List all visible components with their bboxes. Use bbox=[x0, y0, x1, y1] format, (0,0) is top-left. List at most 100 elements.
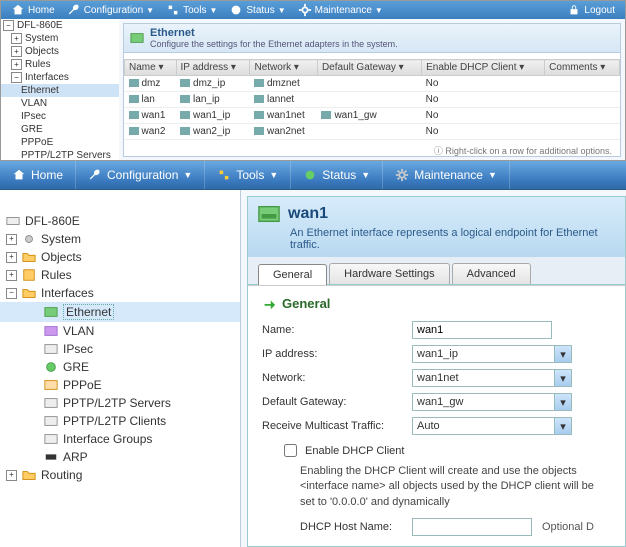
tools-icon bbox=[217, 168, 231, 182]
gw-label: Default Gateway: bbox=[262, 396, 412, 408]
table-row[interactable]: wan1wan1_ipwan1netwan1_gwNo bbox=[125, 108, 620, 124]
tab-advanced[interactable]: Advanced bbox=[452, 263, 531, 284]
gre-icon bbox=[44, 360, 58, 374]
table-row[interactable]: lanlan_iplannetNo bbox=[125, 92, 620, 108]
name-field[interactable] bbox=[412, 321, 552, 339]
gw-select[interactable]: wan1_gw▾ bbox=[412, 393, 572, 411]
ip-select[interactable]: wan1_ip▾ bbox=[412, 345, 572, 363]
dhcphost-label: DHCP Host Name: bbox=[300, 521, 412, 533]
table-row[interactable]: wan2wan2_ipwan2netNo bbox=[125, 124, 620, 140]
dhcp-label: Enable DHCP Client bbox=[305, 445, 404, 457]
tree-routing[interactable]: +Routing bbox=[0, 466, 240, 484]
menu-status[interactable]: Status▼ bbox=[291, 161, 383, 189]
tree-ipsec[interactable]: IPsec bbox=[1, 110, 119, 123]
menu-maint[interactable]: Maintenance▼ bbox=[383, 161, 510, 189]
chevron-down-icon: ▾ bbox=[554, 418, 571, 434]
tree-interfaces[interactable]: −Interfaces bbox=[1, 71, 119, 84]
menu-logout[interactable]: Logout bbox=[561, 3, 621, 17]
menu-maint[interactable]: Maintenance▼ bbox=[292, 3, 389, 17]
nic-icon bbox=[130, 31, 144, 45]
name-label: Name: bbox=[262, 324, 412, 336]
tree-system[interactable]: +System bbox=[1, 32, 119, 45]
tree-device[interactable]: −DFL-860E bbox=[1, 19, 119, 32]
mc-label: Receive Multicast Traffic: bbox=[262, 420, 412, 432]
tree-pppoe[interactable]: PPPoE bbox=[1, 136, 119, 149]
home-icon bbox=[12, 168, 26, 182]
tree-objects[interactable]: +Objects bbox=[1, 45, 119, 58]
home-icon bbox=[11, 3, 25, 17]
menu-home[interactable]: Home bbox=[5, 3, 61, 17]
panel-subtitle: Configure the settings for the Ethernet … bbox=[150, 39, 398, 49]
ip-label: IP address: bbox=[262, 348, 412, 360]
tree-vlan[interactable]: VLAN bbox=[0, 322, 240, 340]
net-label: Network: bbox=[262, 372, 412, 384]
tree-interfaces[interactable]: −Interfaces bbox=[0, 284, 240, 302]
col-ip[interactable]: IP address ▾ bbox=[176, 60, 250, 76]
tools-icon bbox=[166, 3, 180, 17]
dhcphost-field[interactable] bbox=[412, 518, 532, 536]
vlan-icon bbox=[44, 324, 58, 338]
tree-arp[interactable]: ARP bbox=[0, 448, 240, 466]
menu-config[interactable]: Configuration▼ bbox=[76, 161, 205, 189]
tab-bar: General Hardware Settings Advanced bbox=[247, 257, 626, 285]
nic-icon bbox=[258, 203, 280, 225]
tree-pptpcli[interactable]: PPTP/L2TP Clients bbox=[0, 412, 240, 430]
lock-icon bbox=[567, 3, 581, 17]
server-icon bbox=[44, 396, 58, 410]
menu-tools[interactable]: Tools▼ bbox=[205, 161, 291, 189]
tree-rules[interactable]: +Rules bbox=[1, 58, 119, 71]
section-header: General bbox=[262, 296, 611, 311]
tree-ifgrp[interactable]: Interface Groups bbox=[0, 430, 240, 448]
tree-device[interactable]: DFL-860E bbox=[0, 212, 240, 230]
gear-icon bbox=[395, 168, 409, 182]
optional-hint: Optional D bbox=[542, 521, 594, 533]
table-row[interactable]: dmzdmz_ipdmznetNo bbox=[125, 76, 620, 92]
chevron-down-icon: ▾ bbox=[554, 394, 571, 410]
tree-rules[interactable]: +Rules bbox=[0, 266, 240, 284]
dhcp-description: Enabling the DHCP Client will create and… bbox=[300, 464, 611, 510]
col-comm[interactable]: Comments ▾ bbox=[545, 60, 620, 76]
menu-status[interactable]: Status▼ bbox=[223, 3, 291, 17]
tree-pptpsrv[interactable]: PPTP/L2TP Servers bbox=[1, 149, 119, 161]
folder-icon bbox=[22, 468, 36, 482]
gear-icon bbox=[298, 3, 312, 17]
tab-general[interactable]: General bbox=[258, 264, 327, 285]
col-gw[interactable]: Default Gateway ▾ bbox=[317, 60, 421, 76]
col-name[interactable]: Name ▾ bbox=[125, 60, 177, 76]
tree-vlan[interactable]: VLAN bbox=[1, 97, 119, 110]
pppoe-icon bbox=[44, 378, 58, 392]
dhcp-checkbox[interactable] bbox=[284, 444, 297, 457]
tab-hardware[interactable]: Hardware Settings bbox=[329, 263, 450, 284]
tree-gre[interactable]: GRE bbox=[0, 358, 240, 376]
top-nav-tree: −DFL-860E +System +Objects +Rules −Inter… bbox=[1, 19, 120, 161]
ethernet-table: Name ▾ IP address ▾ Network ▾ Default Ga… bbox=[124, 59, 620, 140]
arp-icon bbox=[44, 450, 58, 464]
col-dhcp[interactable]: Enable DHCP Client ▾ bbox=[422, 60, 545, 76]
bot-nav-tree: DFL-860E +System +Objects +Rules −Interf… bbox=[0, 190, 241, 547]
device-icon bbox=[6, 214, 20, 228]
status-icon bbox=[303, 168, 317, 182]
chevron-down-icon: ▾ bbox=[554, 346, 571, 362]
wrench-icon bbox=[67, 3, 81, 17]
panel-title: wan1 bbox=[288, 205, 328, 223]
tree-ethernet[interactable]: Ethernet bbox=[1, 84, 119, 97]
chevron-down-icon: ▾ bbox=[554, 370, 571, 386]
nic-icon bbox=[44, 305, 58, 319]
mc-select[interactable]: Auto▾ bbox=[412, 417, 572, 435]
tree-pptpsrv[interactable]: PPTP/L2TP Servers bbox=[0, 394, 240, 412]
tree-ethernet[interactable]: Ethernet bbox=[0, 302, 240, 322]
ipsec-icon bbox=[44, 342, 58, 356]
panel-title: Ethernet bbox=[150, 27, 398, 39]
folder-icon bbox=[22, 286, 36, 300]
menu-tools[interactable]: Tools▼ bbox=[160, 3, 223, 17]
panel-header: wan1 An Ethernet interface represents a … bbox=[247, 196, 626, 257]
tree-system[interactable]: +System bbox=[0, 230, 240, 248]
tree-gre[interactable]: GRE bbox=[1, 123, 119, 136]
net-select[interactable]: wan1net▾ bbox=[412, 369, 572, 387]
menu-config[interactable]: Configuration▼ bbox=[61, 3, 160, 17]
col-net[interactable]: Network ▾ bbox=[250, 60, 317, 76]
tree-pppoe[interactable]: PPPoE bbox=[0, 376, 240, 394]
menu-home[interactable]: Home bbox=[0, 161, 76, 189]
tree-objects[interactable]: +Objects bbox=[0, 248, 240, 266]
tree-ipsec[interactable]: IPsec bbox=[0, 340, 240, 358]
